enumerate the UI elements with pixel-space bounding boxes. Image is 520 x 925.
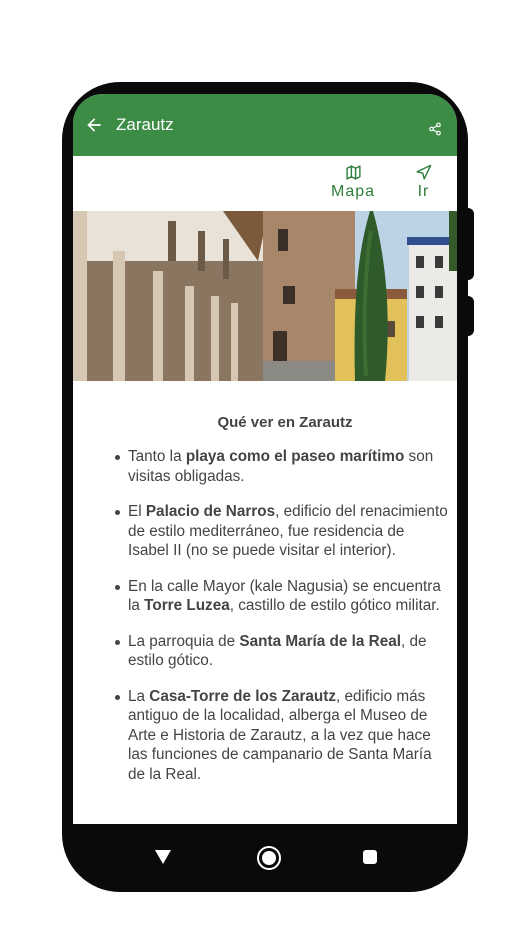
go-button[interactable]: Ir xyxy=(415,164,432,201)
zarautz-street-photo xyxy=(73,211,457,381)
list-item-text: El xyxy=(128,503,146,520)
share-icon[interactable] xyxy=(428,122,442,136)
go-button-label: Ir xyxy=(417,183,430,200)
nav-back-triangle-icon[interactable] xyxy=(155,850,171,864)
list-item: Tanto la playa como el paseo marítimo so… xyxy=(115,447,448,486)
map-button-label: Mapa xyxy=(331,183,376,200)
hero-image xyxy=(73,211,457,381)
content-section: Qué ver en Zarautz Tanto la playa como e… xyxy=(73,394,457,800)
list-item-highlight: Santa María de la Real xyxy=(239,632,401,650)
system-nav-bar xyxy=(73,824,457,890)
navigation-icon xyxy=(416,164,432,180)
app-bar-title: Zarautz xyxy=(116,115,174,134)
map-button[interactable]: Mapa xyxy=(331,164,375,201)
list-item-text: Tanto la xyxy=(128,448,186,465)
list-item: En la calle Mayor (kale Nagusia) se encu… xyxy=(115,577,448,616)
list-item: La parroquia de Santa María de la Real, … xyxy=(115,632,448,671)
action-row: Mapa Ir xyxy=(73,156,457,208)
list-item: El Palacio de Narros, edificio del renac… xyxy=(115,502,448,561)
list-item-text: , castillo de estilo gótico militar. xyxy=(229,597,440,614)
nav-recents-square-icon[interactable] xyxy=(363,850,377,864)
list-item-highlight: playa como el paseo marítimo xyxy=(185,448,405,465)
map-icon xyxy=(345,165,361,180)
phone-side-button-volume xyxy=(466,296,474,336)
list-item-text: La parroquia de xyxy=(128,632,240,650)
arrow-left-icon[interactable] xyxy=(84,115,104,135)
phone-side-button-power xyxy=(466,208,474,280)
attractions-list: Tanto la playa como el paseo marítimo so… xyxy=(73,447,448,784)
app-bar: Zarautz xyxy=(73,94,457,156)
list-item-highlight: Casa-Torre de los Zarautz xyxy=(149,687,336,705)
list-item-highlight: Torre Luzea xyxy=(144,597,230,614)
list-item: La Casa-Torre de los Zarautz, edificio m… xyxy=(115,687,448,785)
list-item-highlight: Palacio de Narros xyxy=(145,503,276,520)
phone-screen: Zarautz Mapa Ir Qué ver en Zarautz Tanto… xyxy=(73,94,457,824)
section-heading: Qué ver en Zarautz xyxy=(217,414,353,431)
nav-home-circle-icon[interactable] xyxy=(257,846,281,870)
list-item-text: La xyxy=(128,687,150,705)
